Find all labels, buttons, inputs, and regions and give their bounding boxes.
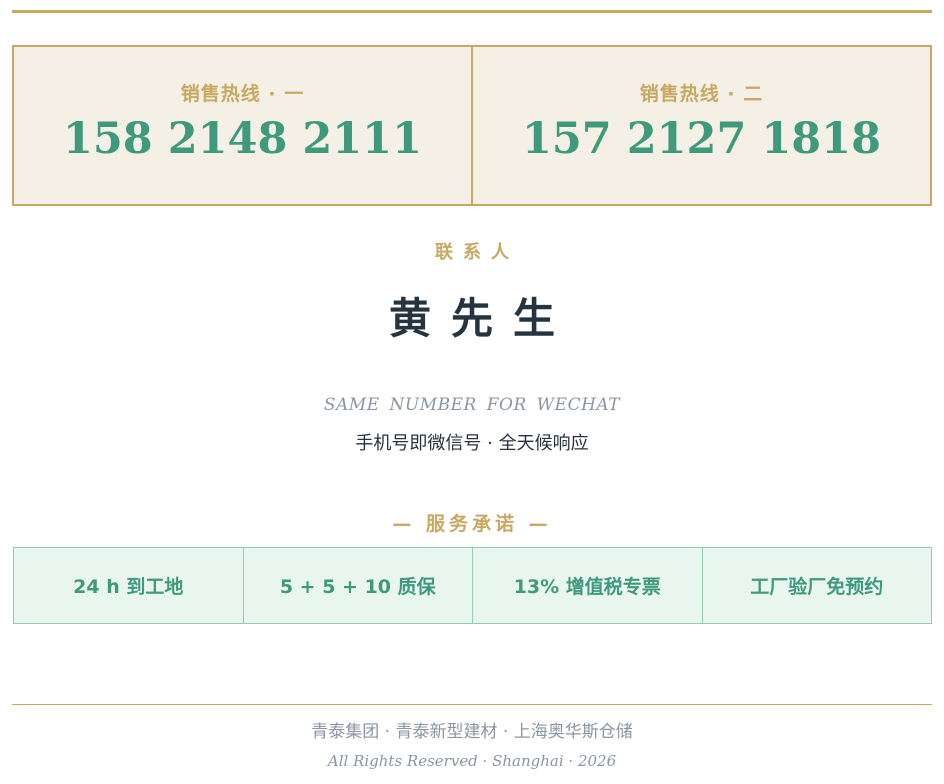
footer-companies: 青泰集团 · 青泰新型建材 · 上海奥华斯仓储: [311, 722, 633, 742]
bottom-divider: [12, 704, 932, 705]
hotline-2-label: 销售热线 · 二: [639, 83, 764, 105]
service-item-warranty: 5 + 5 + 10 质保: [242, 548, 473, 623]
service-heading: — 服务承诺 —: [392, 513, 552, 535]
hotline-2: 销售热线 · 二 157 2127 1818: [471, 47, 930, 204]
service-item-factory-visit: 工厂验厂免预约: [701, 548, 932, 623]
hotline-panel: 销售热线 · 一 158 2148 2111 销售热线 · 二 157 2127…: [12, 45, 932, 206]
hotline-2-number[interactable]: 157 2127 1818: [522, 114, 881, 164]
hotline-1-label: 销售热线 · 一: [180, 83, 305, 105]
service-list: 24 h 到工地 5 + 5 + 10 质保 13% 增值税专票 工厂验厂免预约: [13, 547, 932, 624]
footer-rights: All Rights Reserved · Shanghai · 2026: [327, 752, 617, 770]
service-item-invoice: 13% 增值税专票: [472, 548, 702, 623]
service-item-delivery: 24 h 到工地: [73, 576, 184, 598]
hotline-1: 销售热线 · 一 158 2148 2111: [14, 47, 471, 204]
wechat-note-chinese: 手机号即微信号 · 全天候响应: [355, 433, 589, 454]
wechat-note-english: SAME NUMBER FOR WECHAT: [323, 395, 621, 415]
hotline-1-number[interactable]: 158 2148 2111: [63, 114, 422, 164]
contact-name: 黄先生: [388, 294, 575, 343]
contact-label: 联系人: [435, 242, 519, 263]
top-divider: [12, 10, 932, 13]
